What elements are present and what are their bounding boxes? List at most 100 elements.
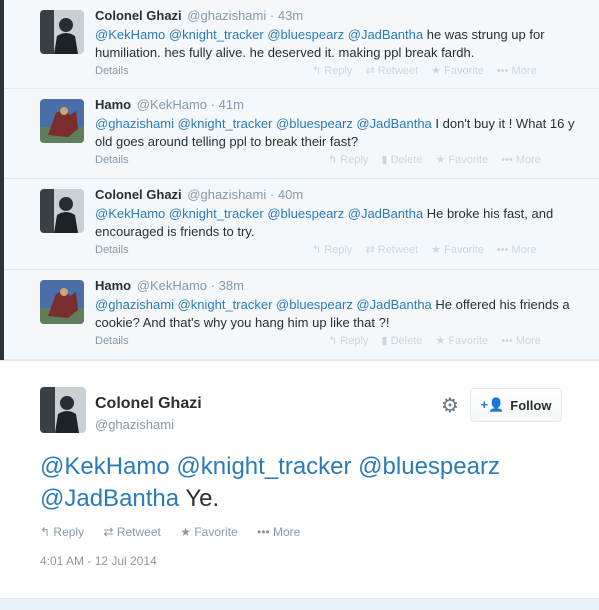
reply-button[interactable]: ↰ Reply — [328, 154, 368, 166]
favorite-button[interactable]: ★ Favorite — [431, 65, 484, 77]
details-link[interactable]: Details — [95, 65, 129, 77]
author-handle[interactable]: @ghazishami — [187, 187, 266, 202]
favorite-label: Favorite — [444, 65, 484, 77]
retweet-button[interactable]: ⇄ Retweet — [365, 244, 418, 256]
avatar[interactable] — [40, 10, 84, 54]
details-link[interactable]: Details — [95, 154, 129, 166]
avatar[interactable] — [40, 387, 86, 433]
reply-button[interactable]: ↰ Reply — [312, 65, 352, 77]
more-button[interactable]: ••• More — [497, 65, 537, 77]
tweet-body: Ye. — [179, 485, 220, 512]
reply-icon: ↰ — [40, 525, 51, 539]
tweet-header: Hamo @KekHamo · 41m — [95, 97, 244, 112]
favorite-label: Favorite — [448, 335, 489, 347]
author-handle[interactable]: @ghazishami — [187, 8, 266, 23]
author-name[interactable]: Colonel Ghazi — [95, 395, 202, 413]
more-icon: ••• — [257, 525, 270, 539]
reply-tweet[interactable]: Colonel Ghazi @ghazishami · 43m @KekHamo… — [0, 0, 599, 89]
tweet-time[interactable]: 38m — [219, 278, 244, 293]
star-icon: ★ — [435, 154, 446, 166]
mentions[interactable]: @KekHamo @knight_tracker @bluespearz @Ja… — [95, 27, 423, 42]
author-name[interactable]: Colonel Ghazi — [95, 187, 182, 202]
tweet-text: @KekHamo @knight_tracker @bluespearz @Ja… — [40, 451, 580, 515]
retweet-button[interactable]: ⇄ Retweet — [365, 65, 418, 77]
reply-label: Reply — [53, 525, 85, 539]
more-label: More — [511, 244, 537, 256]
tweet-time[interactable]: 43m — [278, 8, 303, 23]
tweet-actions: ↰ Reply ⇄ Retweet ★ Favorite ••• More — [312, 64, 547, 77]
tweet-timestamp[interactable]: 4:01 AM - 12 Jul 2014 — [40, 554, 157, 568]
more-icon: ••• — [496, 65, 509, 77]
delete-label: Delete — [390, 154, 423, 166]
page-edge — [0, 0, 4, 360]
tweet-text: @KekHamo @knight_tracker @bluespearz @Ja… — [95, 26, 585, 62]
reply-tweet[interactable]: Hamo @KekHamo · 41m @ghazishami @knight_… — [0, 89, 599, 179]
mentions[interactable]: @KekHamo @knight_tracker @bluespearz @Ja… — [95, 206, 423, 221]
tweet-text: @ghazishami @knight_tracker @bluespearz … — [95, 296, 585, 332]
more-button[interactable]: ••• More — [497, 244, 537, 256]
favorite-button[interactable]: ★ Favorite — [180, 525, 237, 539]
mentions[interactable]: @JadBantha — [40, 485, 179, 512]
author-name[interactable]: Hamo — [95, 278, 131, 293]
delete-button[interactable]: ▮ Delete — [381, 154, 422, 166]
tweet-text: @KekHamo @knight_tracker @bluespearz @Ja… — [95, 205, 585, 241]
follow-button[interactable]: +👤 Follow — [470, 388, 562, 422]
more-button[interactable]: ••• More — [501, 154, 541, 166]
more-button[interactable]: ••• More — [501, 335, 541, 347]
reply-button[interactable]: ↰ Reply — [40, 525, 84, 539]
mentions[interactable]: @KekHamo @knight_tracker @bluespearz — [40, 453, 500, 480]
mentions[interactable]: @ghazishami @knight_tracker @bluespearz … — [95, 116, 432, 131]
reply-button[interactable]: ↰ Reply — [328, 335, 368, 347]
star-icon: ★ — [431, 65, 442, 77]
mentions[interactable]: @ghazishami @knight_tracker @bluespearz … — [95, 297, 432, 312]
separator: · — [269, 187, 275, 202]
star-icon: ★ — [435, 335, 446, 347]
more-icon: ••• — [501, 154, 513, 166]
favorite-button[interactable]: ★ Favorite — [431, 244, 484, 256]
reply-label: Reply — [340, 335, 369, 347]
more-button[interactable]: ••• More — [257, 525, 300, 539]
permalink-tweet: Colonel Ghazi @ghazishami ⚙ +👤 Follow @K… — [0, 360, 599, 610]
author-handle[interactable]: @ghazishami — [95, 417, 174, 432]
more-label: More — [515, 154, 541, 166]
reply-label: Reply — [324, 65, 353, 77]
retweet-icon: ⇄ — [365, 65, 375, 77]
delete-button[interactable]: ▮ Delete — [381, 335, 422, 347]
reply-icon: ↰ — [312, 65, 322, 77]
tweet-time[interactable]: 41m — [219, 97, 244, 112]
retweet-icon: ⇄ — [103, 525, 114, 539]
favorite-button[interactable]: ★ Favorite — [435, 154, 488, 166]
author-name[interactable]: Colonel Ghazi — [95, 8, 182, 23]
retweet-button[interactable]: ⇄ Retweet — [103, 525, 160, 539]
more-icon: ••• — [501, 335, 513, 347]
avatar[interactable] — [40, 189, 84, 233]
separator: · — [210, 97, 215, 112]
retweet-label: Retweet — [377, 65, 419, 77]
separator: · — [269, 8, 275, 23]
tweet-header: Colonel Ghazi @ghazishami · 40m — [95, 187, 303, 202]
more-icon: ••• — [496, 244, 509, 256]
avatar[interactable] — [40, 280, 84, 324]
tweet-time[interactable]: 40m — [278, 187, 303, 202]
favorite-button[interactable]: ★ Favorite — [435, 335, 488, 347]
reply-button[interactable]: ↰ Reply — [312, 244, 352, 256]
author-handle[interactable]: @KekHamo — [137, 278, 207, 293]
conversation-thread: Colonel Ghazi @ghazishami · 43m @KekHamo… — [0, 0, 599, 360]
reply-tweet[interactable]: Hamo @KekHamo · 38m @ghazishami @knight_… — [0, 270, 599, 360]
details-link[interactable]: Details — [95, 335, 129, 347]
trash-icon: ▮ — [381, 335, 388, 347]
more-label: More — [511, 65, 537, 77]
retweet-label: Retweet — [377, 244, 419, 256]
author-handle[interactable]: @KekHamo — [137, 97, 207, 112]
favorite-label: Favorite — [444, 244, 484, 256]
author-name[interactable]: Hamo — [95, 97, 131, 112]
tweet-actions: ↰ Reply ▮ Delete ★ Favorite ••• More — [328, 153, 551, 166]
reply-tweet[interactable]: Colonel Ghazi @ghazishami · 40m @KekHamo… — [0, 179, 599, 270]
more-label: More — [515, 335, 541, 347]
reply-icon: ↰ — [328, 335, 338, 347]
gear-icon[interactable]: ⚙ — [440, 396, 460, 416]
avatar[interactable] — [40, 99, 84, 143]
favorite-label: Favorite — [448, 154, 489, 166]
details-link[interactable]: Details — [95, 244, 129, 256]
more-label: More — [272, 525, 301, 539]
